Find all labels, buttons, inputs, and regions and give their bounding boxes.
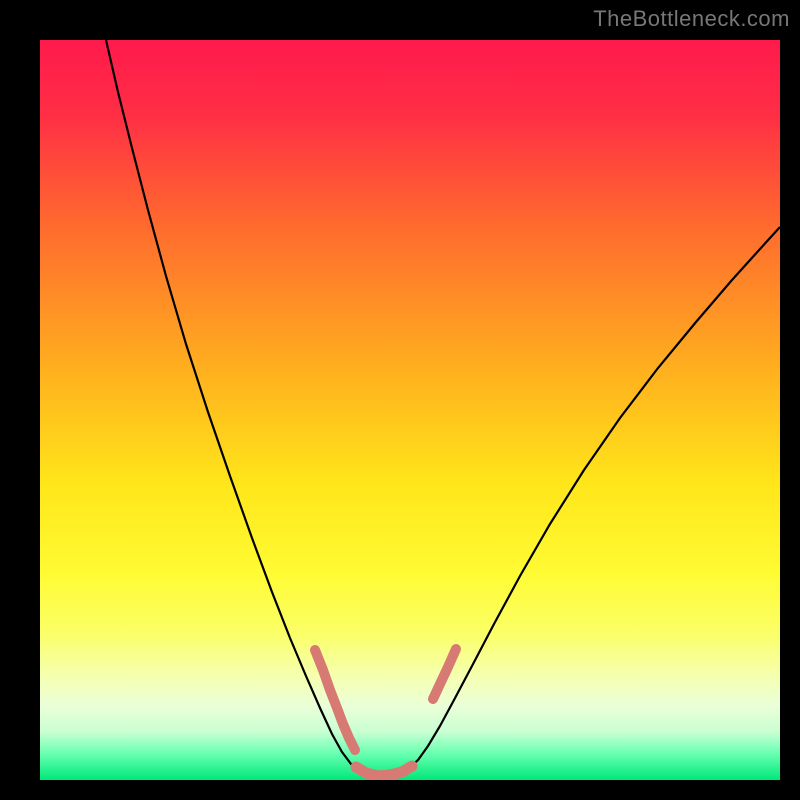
gradient-background xyxy=(40,40,780,780)
outer-frame: TheBottleneck.com xyxy=(0,0,800,800)
bottleneck-chart xyxy=(40,40,780,780)
plot-area xyxy=(40,40,780,780)
watermark-label: TheBottleneck.com xyxy=(593,6,790,32)
